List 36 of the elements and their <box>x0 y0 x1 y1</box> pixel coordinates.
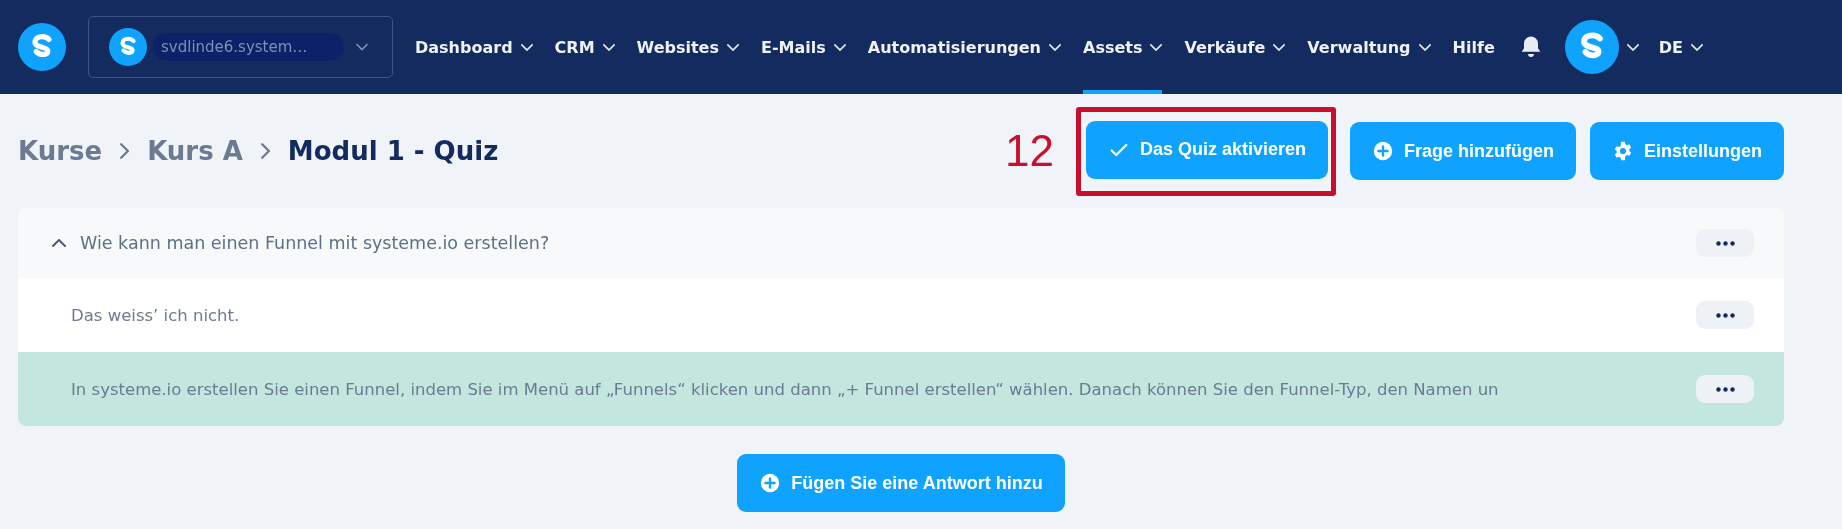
nav-menu-item[interactable]: Automatisierungen <box>867 0 1061 94</box>
plus-circle-icon <box>1372 140 1394 162</box>
chevron-up-icon[interactable] <box>52 239 66 247</box>
dots-icon <box>1715 386 1735 392</box>
nav-menu-item[interactable]: Dashboard <box>415 0 533 94</box>
chevron-right-icon <box>260 143 270 159</box>
logo-icon[interactable] <box>18 23 66 71</box>
more-options-button[interactable] <box>1696 301 1754 329</box>
logo-icon <box>109 28 147 66</box>
chevron-down-icon <box>1626 43 1639 51</box>
chevron-right-icon <box>120 143 130 159</box>
nav-menu-item[interactable]: Assets <box>1083 0 1163 94</box>
dots-icon <box>1715 240 1735 246</box>
language-menu[interactable]: DE <box>1658 0 1703 94</box>
nav-menu-item[interactable]: CRM <box>554 0 615 94</box>
question-text: Wie kann man einen Funnel mit systeme.io erstellen? <box>80 233 551 253</box>
account-name: svdlinde6.system… <box>153 33 344 61</box>
dots-icon <box>1715 312 1735 318</box>
nav-menu-item[interactable]: Hilfe <box>1452 0 1495 94</box>
nav-menu-item[interactable]: Websites <box>636 0 739 94</box>
nav-menu-item[interactable]: Verwaltung <box>1307 0 1431 94</box>
nav-menu-item[interactable]: Verkäufe <box>1184 0 1286 94</box>
plus-circle-icon <box>759 472 782 494</box>
more-options-button[interactable] <box>1696 229 1754 257</box>
nav-menu-item[interactable]: E-Mails <box>761 0 846 94</box>
more-options-button[interactable] <box>1696 375 1754 403</box>
breadcrumb-link[interactable]: Kurs A <box>147 136 243 166</box>
avatar-menu[interactable] <box>1564 20 1639 74</box>
breadcrumb-link[interactable]: Kurse <box>18 136 103 166</box>
account-switcher[interactable]: svdlinde6.system… <box>88 16 393 78</box>
answer-text: In systeme.io erstellen Sie einen Funnel, indem Sie im Menü auf „Funnels“ klicken und dann „+ Funnel erstellen“ wählen. Danach können Sie den Funnel-Typ, den Namen un <box>71 379 1500 399</box>
gear-icon <box>1612 140 1634 162</box>
page-title: Modul 1 - Quiz <box>287 136 499 166</box>
chevron-down-icon <box>1690 43 1703 51</box>
annotation-number: 12 <box>1004 126 1054 176</box>
answer-text: Das weiss’ ich nicht. <box>71 305 241 325</box>
